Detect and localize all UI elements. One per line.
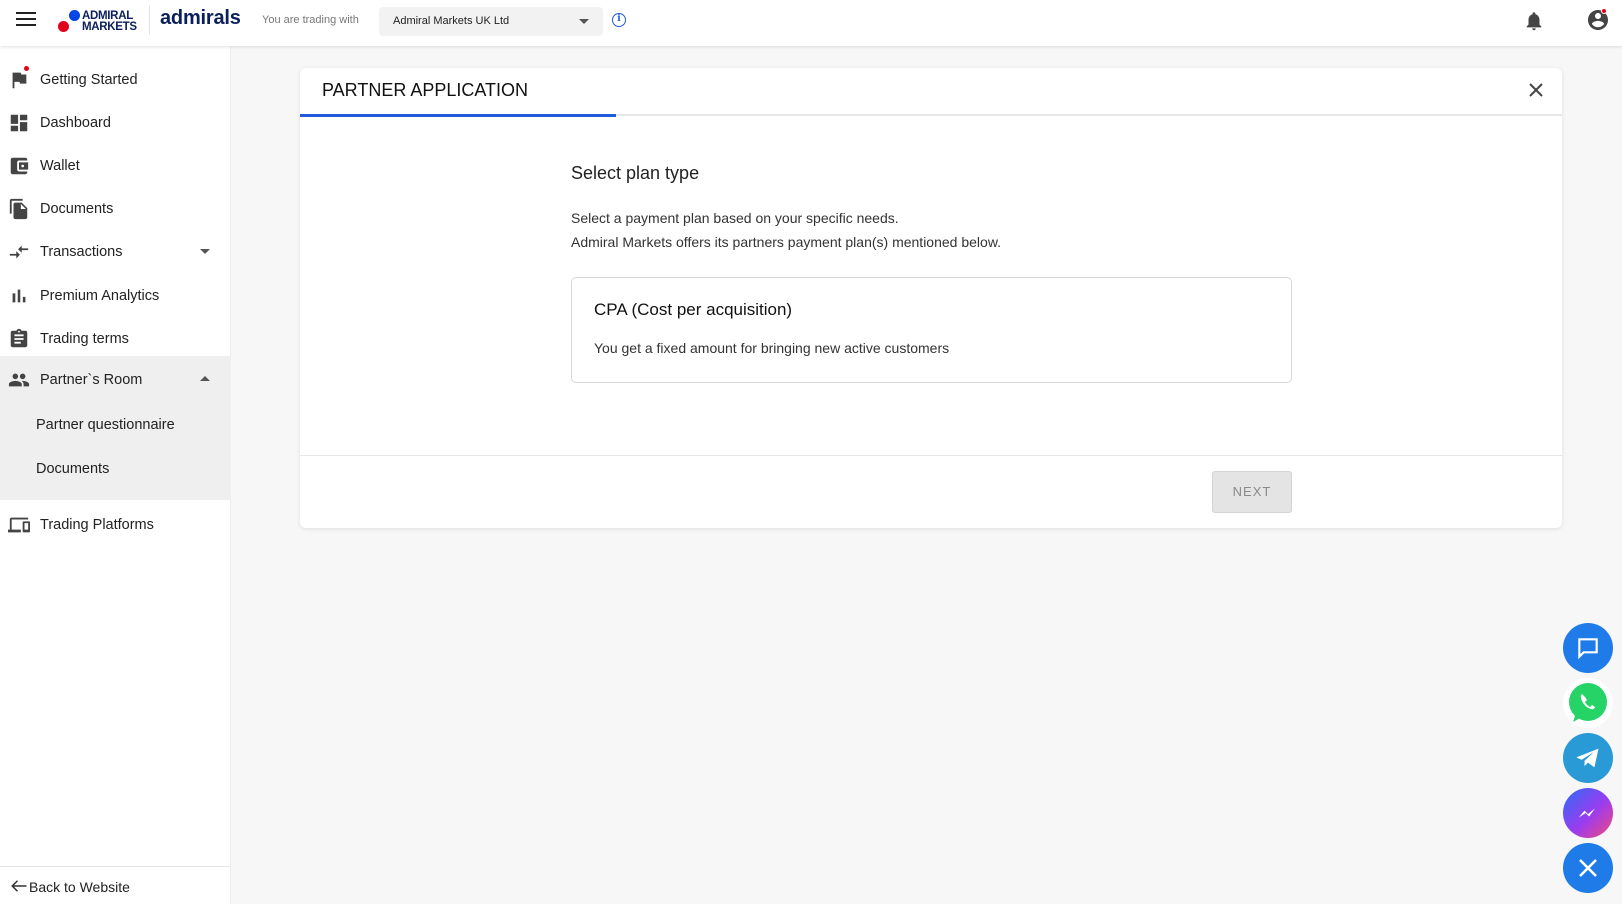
sidebar-item-trading-terms[interactable]: Trading terms — [0, 317, 231, 360]
documents-icon — [9, 198, 28, 220]
sidebar-item-label: Partner`s Room — [40, 371, 143, 388]
sidebar-item-wallet[interactable]: Wallet — [0, 144, 231, 187]
sidebar-subitem-label: Partner questionnaire — [36, 417, 175, 433]
entity-select-value: Admiral Markets UK Ltd — [393, 15, 510, 27]
wallet-icon — [10, 157, 29, 175]
partners-room-group: Partner`s Room Partner questionnaire Doc… — [0, 356, 231, 500]
chevron-down-icon — [579, 19, 589, 24]
whatsapp-icon — [1569, 683, 1607, 722]
flag-icon — [12, 72, 27, 89]
messenger-icon — [1578, 808, 1595, 818]
plan-title: CPA (Cost per acquisition) — [594, 300, 793, 319]
sidebar-item-getting-started[interactable]: Getting Started — [0, 58, 231, 101]
dashboard-icon — [10, 114, 28, 132]
bell-icon[interactable] — [1523, 10, 1545, 32]
logo-divider — [149, 6, 150, 34]
next-button[interactable]: NEXT — [1212, 471, 1292, 513]
close-icon[interactable] — [1527, 81, 1545, 99]
clipboard-icon — [10, 328, 28, 348]
description-line-1: Select a payment plan based on your spec… — [571, 210, 899, 226]
card-title: PARTNER APPLICATION — [322, 80, 529, 100]
hamburger-icon[interactable] — [16, 12, 36, 28]
sidebar: Getting Started Dashboard Wallet Documen… — [0, 46, 231, 904]
progress-bar — [300, 114, 616, 117]
devices-icon — [8, 517, 30, 533]
close-widgets-button[interactable] — [1563, 843, 1613, 893]
section-title: Select plan type — [571, 163, 700, 183]
notification-dot — [1601, 8, 1607, 14]
chevron-up-icon — [200, 376, 210, 381]
telegram-button[interactable] — [1563, 733, 1613, 783]
sidebar-item-partners-room[interactable]: Partner`s Room — [0, 358, 231, 401]
notification-dot — [24, 66, 29, 71]
sidebar-item-label: Trading Platforms — [40, 516, 154, 533]
back-to-website-link[interactable]: Back to Website — [0, 866, 231, 904]
description-line-2: Admiral Markets offers its partners paym… — [571, 234, 1002, 250]
plan-option-cpa[interactable]: CPA (Cost per acquisition) You get a fix… — [571, 277, 1292, 383]
back-to-website-label: Back to Website — [29, 879, 130, 895]
chat-icon — [1578, 638, 1598, 660]
sidebar-subitem-partner-questionnaire[interactable]: Partner questionnaire — [0, 406, 231, 446]
sidebar-item-premium-analytics[interactable]: Premium Analytics — [0, 274, 231, 317]
sidebar-subitem-label: Documents — [36, 461, 110, 477]
trading-with-label: You are trading with — [262, 14, 359, 26]
sidebar-item-documents[interactable]: Documents — [0, 187, 231, 230]
entity-select[interactable]: Admiral Markets UK Ltd — [379, 7, 603, 36]
close-icon — [1579, 859, 1597, 877]
bar-chart-icon — [12, 289, 26, 303]
admiral-markets-logo[interactable]: ADMIRAL MARKETS — [58, 8, 137, 36]
arrow-left-icon — [11, 880, 27, 892]
whatsapp-button[interactable] — [1563, 678, 1613, 728]
sidebar-item-dashboard[interactable]: Dashboard — [0, 101, 231, 144]
sidebar-subitem-documents[interactable]: Documents — [0, 450, 231, 490]
info-icon[interactable]: i — [612, 13, 626, 27]
logo-wordmark: ADMIRAL MARKETS — [82, 10, 137, 33]
sidebar-item-label: Wallet — [40, 157, 80, 174]
sidebar-item-transactions[interactable]: Transactions — [0, 230, 231, 273]
people-icon — [8, 373, 30, 387]
telegram-icon — [1576, 748, 1599, 768]
chevron-down-icon — [200, 249, 210, 254]
transactions-icon — [9, 245, 29, 259]
partner-application-card: PARTNER APPLICATION Select plan type Sel… — [300, 68, 1562, 528]
admirals-brand[interactable]: admirals — [160, 7, 241, 30]
sidebar-item-label: Premium Analytics — [40, 287, 160, 304]
card-divider — [300, 455, 1562, 456]
logo-line-2: MARKETS — [82, 21, 137, 33]
messenger-button[interactable] — [1563, 788, 1613, 838]
top-bar: ADMIRAL MARKETS admirals You are trading… — [0, 0, 1622, 46]
logo-mark — [58, 9, 82, 35]
sidebar-item-label: Trading terms — [40, 330, 129, 347]
plan-description: You get a fixed amount for bringing new … — [594, 340, 950, 356]
sidebar-item-trading-platforms[interactable]: Trading Platforms — [0, 503, 231, 546]
sidebar-item-label: Getting Started — [40, 71, 138, 88]
sidebar-item-label: Documents — [40, 200, 114, 217]
chat-button[interactable] — [1563, 623, 1613, 673]
sidebar-item-label: Dashboard — [40, 114, 111, 131]
sidebar-item-label: Transactions — [40, 243, 123, 260]
